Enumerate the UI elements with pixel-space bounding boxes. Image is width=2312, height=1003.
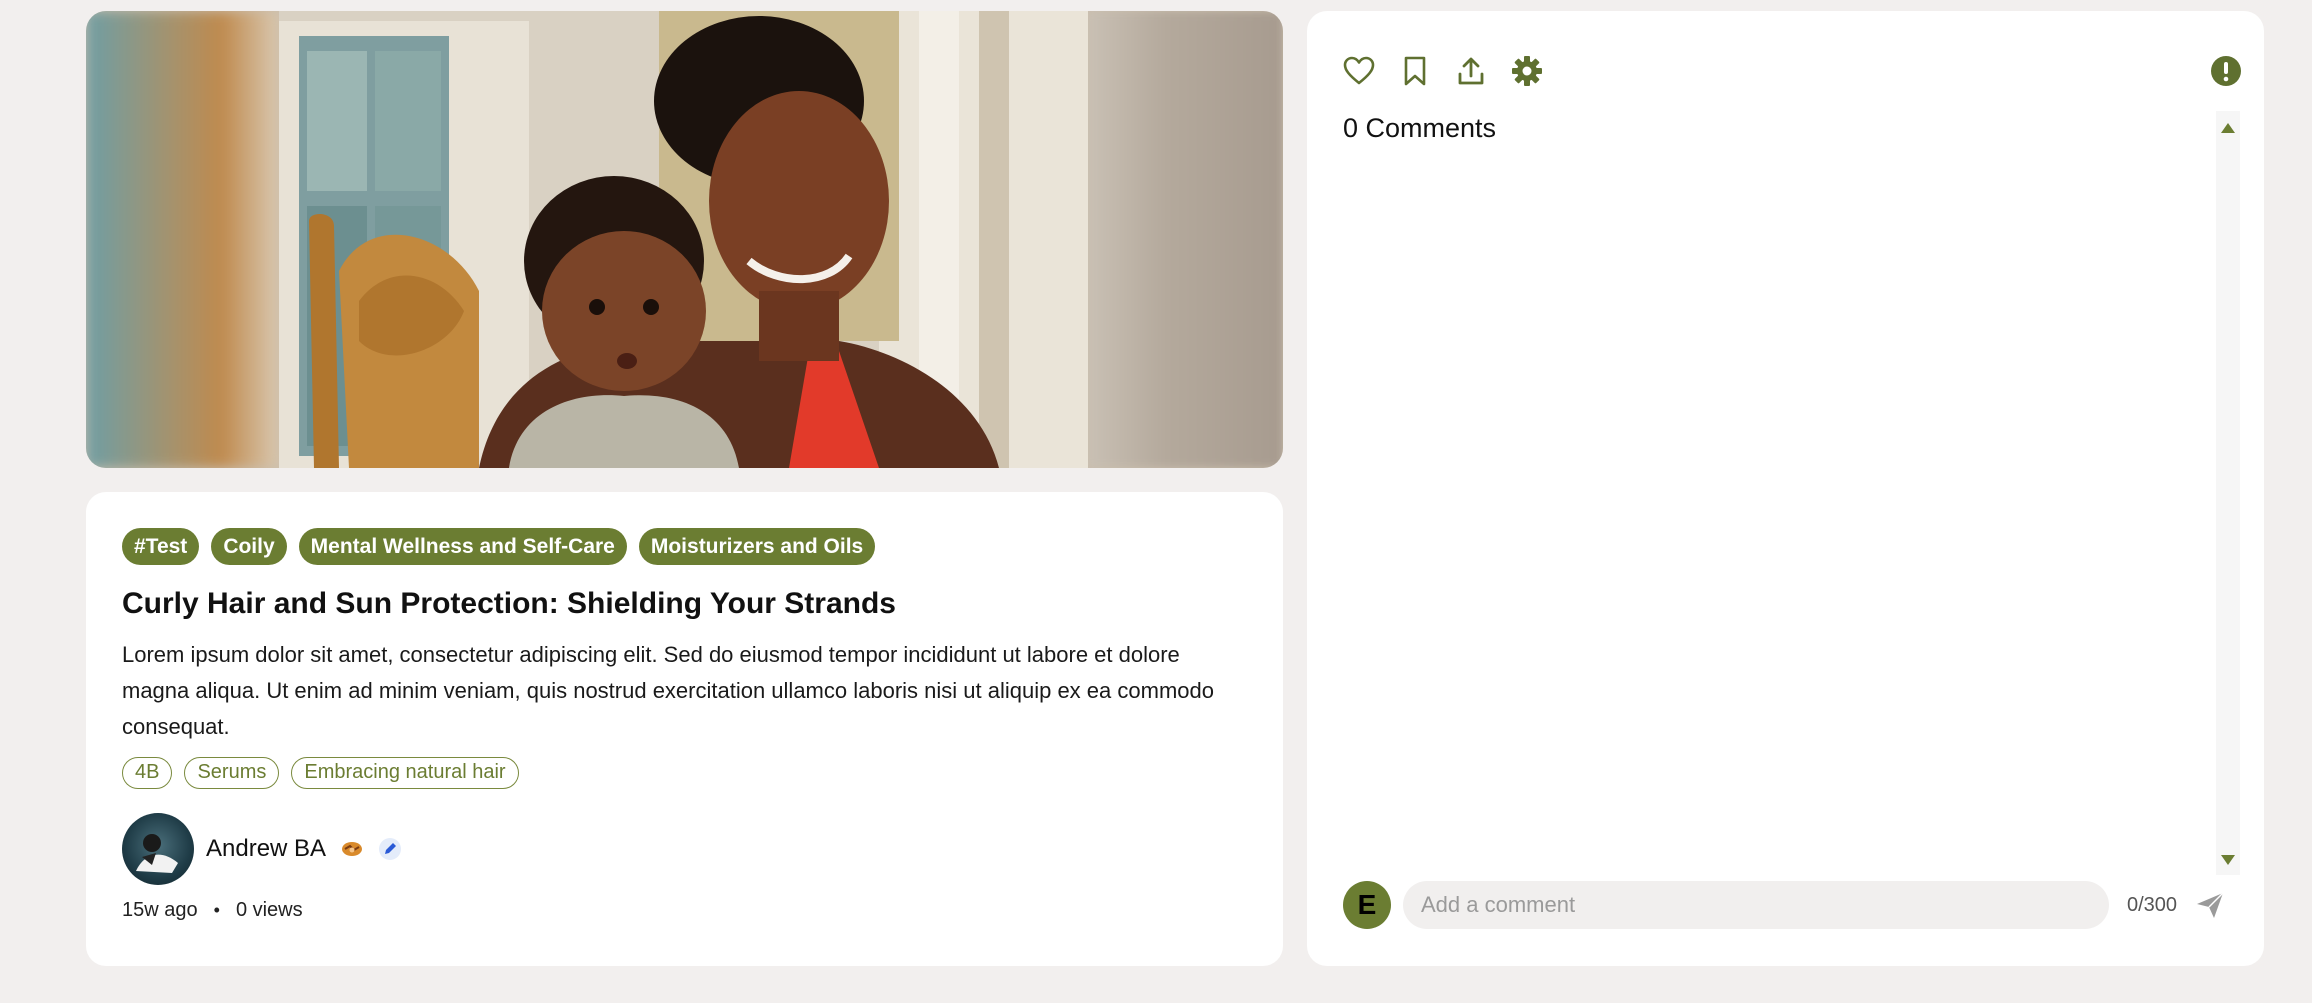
post-card: #Test Coily Mental Wellness and Self-Car…	[86, 492, 1283, 966]
chip-coily[interactable]: Coily	[211, 528, 287, 565]
author-name[interactable]: Andrew BA	[206, 835, 326, 863]
post-cover-image	[86, 11, 1283, 468]
scroll-down-icon[interactable]	[2221, 855, 2235, 865]
post-views: 0 views	[235, 899, 303, 921]
post-description: Lorem ipsum dolor sit amet, consectetur …	[122, 642, 1214, 739]
comment-input[interactable]	[1403, 881, 2109, 929]
cover-blur-right	[1088, 11, 1283, 468]
scroll-up-icon[interactable]	[2221, 123, 2235, 133]
post-column: #Test Coily Mental Wellness and Self-Car…	[86, 11, 1283, 966]
author-avatar[interactable]	[122, 813, 194, 885]
cover-blur-left	[86, 11, 279, 468]
share-icon[interactable]	[1455, 55, 1487, 87]
hair-tags: 4B Serums Embracing natural hair	[122, 757, 1247, 789]
handshake-icon	[340, 837, 364, 861]
current-user-avatar[interactable]: E	[1343, 881, 1391, 929]
comments-count: 0 Comments	[1343, 113, 1497, 143]
tag-serums[interactable]: Serums	[184, 757, 280, 789]
post-actions	[1343, 55, 1543, 87]
comments-scrollbar[interactable]	[2216, 111, 2240, 875]
comments-panel: 0 Comments E 0/300	[1307, 11, 2264, 966]
category-chips: #Test Coily Mental Wellness and Self-Car…	[122, 528, 1247, 565]
meta-separator: •	[213, 900, 220, 920]
chip-test[interactable]: #Test	[122, 528, 200, 565]
chip-moisturizers[interactable]: Moisturizers and Oils	[638, 528, 876, 565]
post-time: 15w ago	[122, 899, 198, 921]
tag-embracing-natural-hair[interactable]: Embracing natural hair	[291, 757, 519, 789]
chip-mental-wellness[interactable]: Mental Wellness and Self-Care	[298, 528, 627, 565]
tag-4b[interactable]: 4B	[122, 757, 173, 789]
heart-icon[interactable]	[1343, 55, 1375, 87]
cover-photo	[279, 11, 1088, 468]
post-meta: 15w ago • 0 views	[122, 899, 1247, 922]
post-title: Curly Hair and Sun Protection: Shielding…	[122, 587, 896, 620]
send-icon[interactable]	[2195, 890, 2225, 920]
comment-composer: E 0/300	[1343, 881, 2233, 929]
gear-icon[interactable]	[1511, 55, 1543, 87]
char-counter: 0/300	[2127, 893, 2178, 916]
pencil-icon	[378, 837, 402, 861]
alert-circle-icon[interactable]	[2210, 55, 2242, 87]
author-row: Andrew BA	[122, 813, 1247, 885]
bookmark-icon[interactable]	[1399, 55, 1431, 87]
